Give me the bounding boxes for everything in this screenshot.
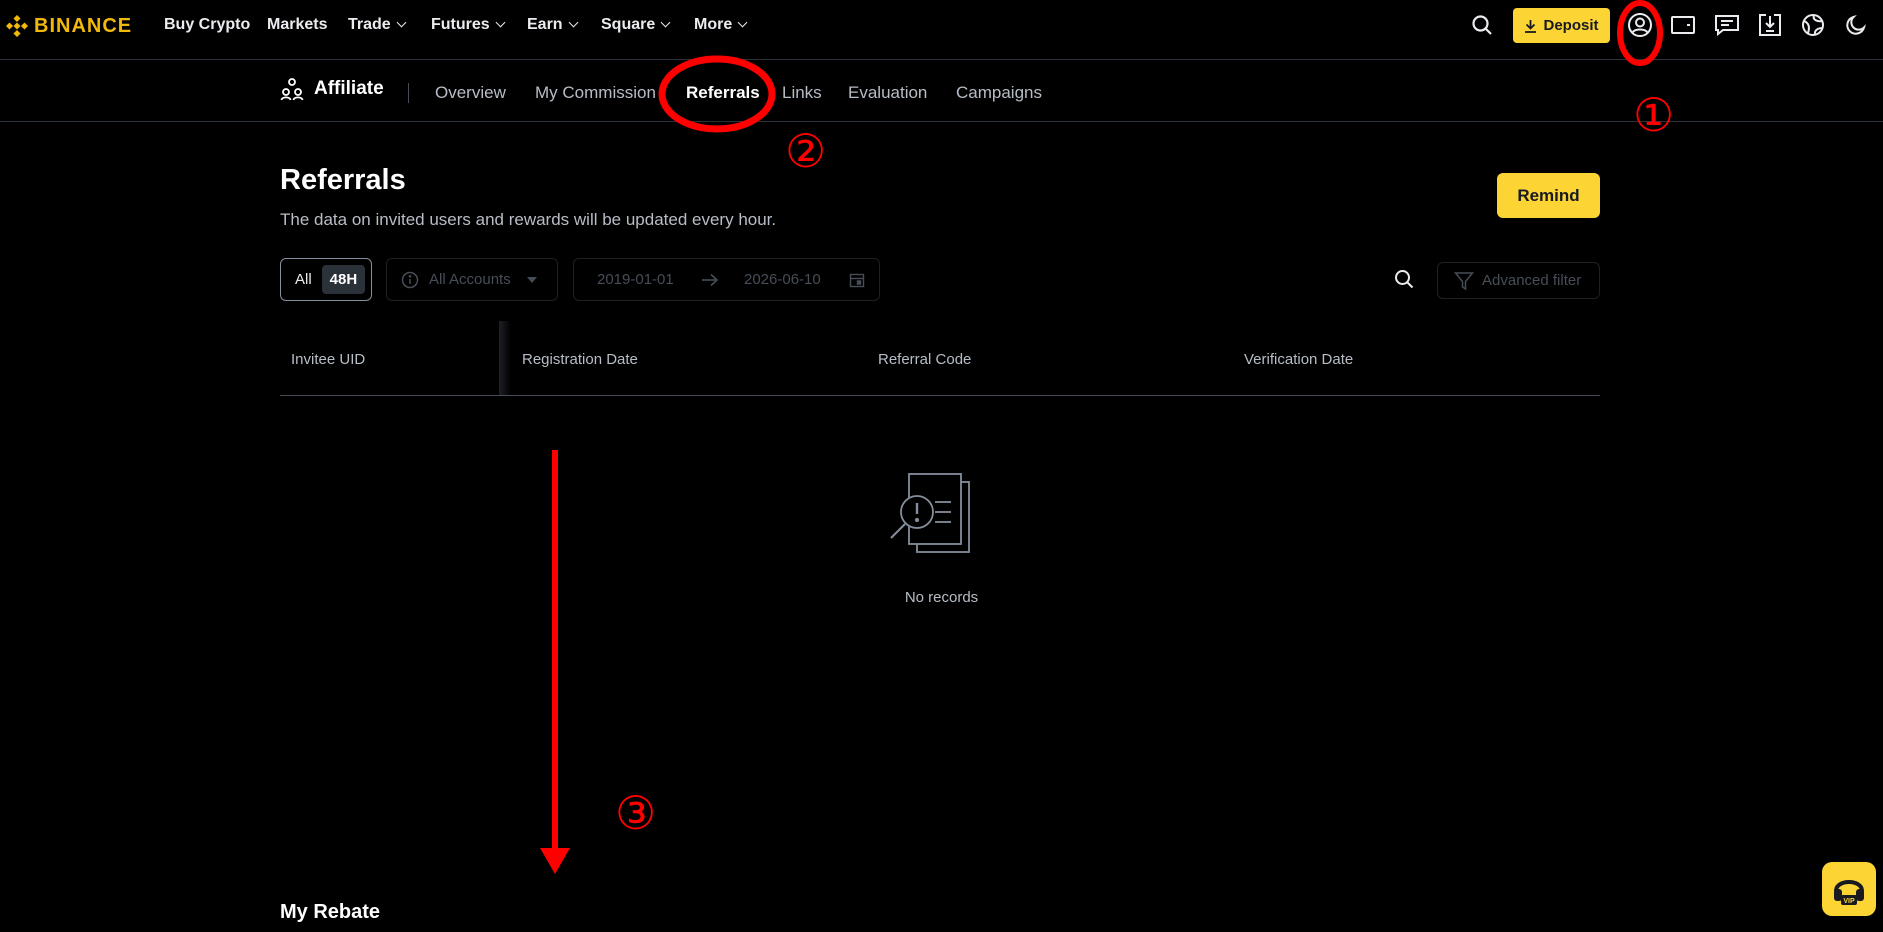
annotation-number-2: ② <box>785 124 827 178</box>
annotation-circle-account <box>1617 0 1663 66</box>
annotation-circle-referrals <box>658 55 776 133</box>
svg-text:VIP: VIP <box>1843 898 1855 905</box>
annotation-arrow-head <box>540 848 570 874</box>
annotation-number-3: ③ <box>615 786 657 840</box>
annotation-number-1: ① <box>1633 88 1675 142</box>
headset-vip-icon: VIP <box>1834 880 1864 905</box>
vip-support-button[interactable]: VIP <box>1822 862 1876 916</box>
annotation-overlay <box>540 0 1663 874</box>
